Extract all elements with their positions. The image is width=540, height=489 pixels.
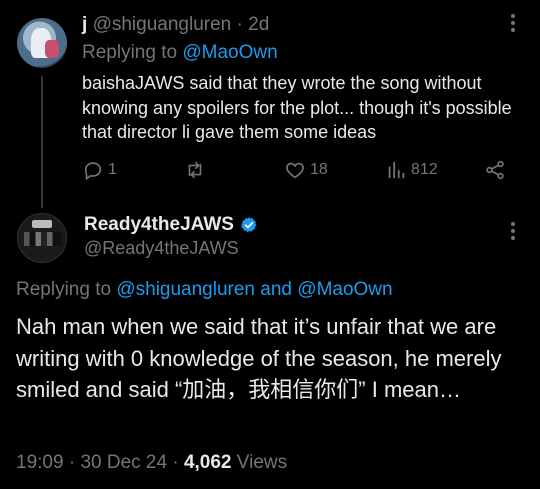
- tweet-text: Nah man when we said that it’s unfair th…: [16, 314, 502, 402]
- avatar[interactable]: [17, 18, 67, 68]
- tweet-date[interactable]: 30 Dec 24: [80, 452, 167, 473]
- reply-button[interactable]: 1: [82, 157, 117, 183]
- repost-icon: [188, 161, 202, 179]
- action-bar: 1 18 812: [82, 157, 522, 183]
- share-icon: [486, 160, 504, 180]
- like-button[interactable]: 18: [284, 157, 328, 183]
- repost-button[interactable]: [184, 157, 210, 183]
- replying-to-label: Replying to: [16, 279, 112, 300]
- reply-icon: [84, 162, 102, 181]
- more-options-button[interactable]: [505, 14, 521, 32]
- replying-to-mention[interactable]: @MaoOwn: [297, 279, 392, 300]
- like-count: 18: [310, 161, 328, 178]
- avatar-figure-accent: [45, 40, 59, 58]
- replying-to-mention[interactable]: @MaoOwn: [182, 42, 277, 63]
- display-name[interactable]: Ready4theJAWS: [84, 214, 234, 236]
- reply-header: j @shiguangluren · 2d: [82, 14, 269, 36]
- share-button[interactable]: [484, 157, 506, 183]
- like-icon: [286, 162, 304, 179]
- views-label: Views: [236, 452, 288, 473]
- reply-text: baishaJAWS said that they wrote the song…: [82, 73, 512, 142]
- separator: ·: [68, 452, 76, 473]
- display-name[interactable]: j: [82, 14, 87, 35]
- replying-to-and[interactable]: and: [260, 279, 292, 300]
- replying-to-line: Replying to @MaoOwn: [82, 42, 278, 64]
- replying-to-label: Replying to: [82, 42, 178, 63]
- tweet-time[interactable]: 19:09: [16, 452, 64, 473]
- verified-badge-icon: [241, 217, 257, 233]
- more-icon: [505, 14, 521, 32]
- views-count[interactable]: 4,062: [184, 452, 232, 473]
- user-handle[interactable]: @Ready4theJAWS: [84, 238, 239, 259]
- user-handle[interactable]: @shiguangluren: [93, 14, 232, 35]
- tweet-meta: 19:09 · 30 Dec 24 · 4,062 Views: [16, 452, 287, 474]
- views-button[interactable]: 812: [385, 157, 438, 183]
- replying-to-mention[interactable]: @shiguangluren: [116, 279, 255, 300]
- separator: ·: [172, 452, 179, 473]
- views-count: 812: [411, 161, 438, 178]
- avatar-band-photo: [24, 232, 62, 246]
- views-icon: [388, 161, 405, 179]
- reply-count: 1: [108, 161, 117, 178]
- separator: ·: [236, 14, 243, 35]
- reply-tweet[interactable]: j @shiguangluren · 2d Replying to @MaoOw…: [0, 0, 540, 196]
- replying-to-line: Replying to @shiguangluren and @MaoOwn: [16, 279, 393, 301]
- timestamp[interactable]: 2d: [248, 14, 269, 35]
- avatar[interactable]: [17, 213, 67, 263]
- avatar-logo: [32, 220, 52, 228]
- more-options-button[interactable]: [505, 222, 521, 240]
- more-icon: [505, 222, 521, 240]
- main-display-name[interactable]: Ready4theJAWS: [84, 214, 258, 236]
